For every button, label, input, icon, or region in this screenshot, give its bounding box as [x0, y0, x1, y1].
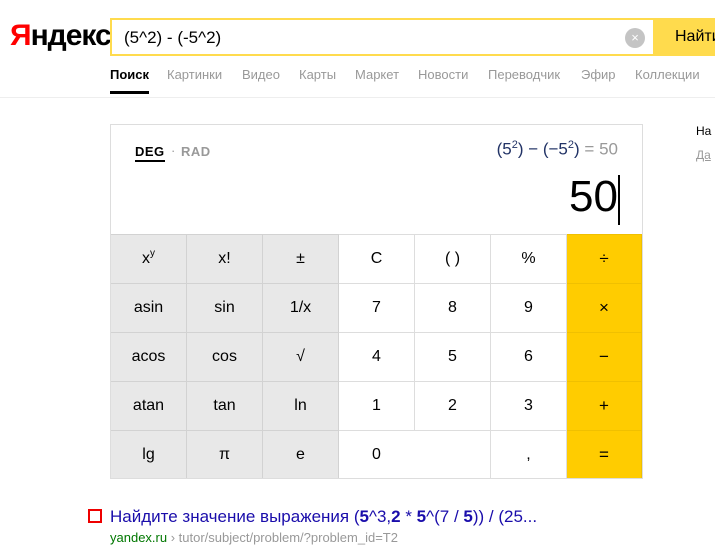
sqrt-button[interactable]: √ — [263, 332, 339, 381]
keypad: xy x! ± C ( ) % ÷ asin sin 1/x 7 8 9 × a… — [111, 234, 642, 478]
calculator-widget: DEG · RAD (52) − (−52) = 50 50 xy x! ± C… — [110, 124, 643, 479]
header-divider — [0, 97, 715, 98]
digit-5-button[interactable]: 5 — [415, 332, 491, 381]
plus-button[interactable]: + — [567, 381, 642, 430]
digit-4-button[interactable]: 4 — [339, 332, 415, 381]
tab-video[interactable]: Видео — [242, 67, 280, 82]
digit-3-button[interactable]: 3 — [491, 381, 567, 430]
atan-button[interactable]: atan — [111, 381, 187, 430]
tab-market[interactable]: Маркет — [355, 67, 399, 82]
find-button[interactable]: Найти — [655, 18, 715, 56]
search-box[interactable]: × — [110, 18, 655, 56]
factorial-button[interactable]: x! — [187, 234, 263, 283]
e-button[interactable]: e — [263, 430, 339, 478]
tab-collections[interactable]: Коллекции — [635, 67, 700, 82]
digit-9-button[interactable]: 9 — [491, 283, 567, 332]
cos-button[interactable]: cos — [187, 332, 263, 381]
calculator-display: DEG · RAD (52) − (−52) = 50 50 — [111, 125, 642, 234]
site-favicon-icon — [88, 509, 102, 523]
tab-translator[interactable]: Переводчик — [488, 67, 560, 82]
mode-separator: · — [171, 143, 176, 158]
digit-7-button[interactable]: 7 — [339, 283, 415, 332]
digit-0-button[interactable]: 0 — [339, 430, 491, 478]
lg-button[interactable]: lg — [111, 430, 187, 478]
percent-button[interactable]: % — [491, 234, 567, 283]
text-cursor — [618, 175, 620, 225]
plus-minus-button[interactable]: ± — [263, 234, 339, 283]
digit-6-button[interactable]: 6 — [491, 332, 567, 381]
digit-8-button[interactable]: 8 — [415, 283, 491, 332]
pi-button[interactable]: π — [187, 430, 263, 478]
tab-efir[interactable]: Эфир — [581, 67, 616, 82]
tab-news[interactable]: Новости — [418, 67, 468, 82]
rad-toggle[interactable]: RAD — [181, 144, 211, 159]
side-link[interactable]: Да — [696, 148, 711, 162]
parentheses-button[interactable]: ( ) — [415, 234, 491, 283]
tab-maps[interactable]: Карты — [299, 67, 336, 82]
side-title: На — [696, 124, 712, 138]
reciprocal-button[interactable]: 1/x — [263, 283, 339, 332]
result-url[interactable]: yandex.ru › tutor/subject/problem/?probl… — [110, 530, 398, 545]
clear-icon[interactable]: × — [625, 28, 645, 48]
acos-button[interactable]: acos — [111, 332, 187, 381]
asin-button[interactable]: asin — [111, 283, 187, 332]
minus-button[interactable]: − — [567, 332, 642, 381]
digit-1-button[interactable]: 1 — [339, 381, 415, 430]
clear-button[interactable]: C — [339, 234, 415, 283]
result-value: 50 — [569, 172, 618, 221]
expression-display: (52) − (−52) = 50 — [496, 139, 618, 159]
tab-search[interactable]: Поиск — [110, 67, 150, 94]
sin-button[interactable]: sin — [187, 283, 263, 332]
divide-button[interactable]: ÷ — [567, 234, 642, 283]
search-input[interactable] — [124, 26, 614, 50]
tan-button[interactable]: tan — [187, 381, 263, 430]
power-button[interactable]: xy — [111, 234, 187, 283]
yandex-logo[interactable]: Яндекс — [10, 18, 112, 54]
multiply-button[interactable]: × — [567, 283, 642, 332]
digit-2-button[interactable]: 2 — [415, 381, 491, 430]
tab-images[interactable]: Картинки — [167, 67, 222, 82]
ln-button[interactable]: ln — [263, 381, 339, 430]
decimal-button[interactable]: , — [491, 430, 567, 478]
deg-toggle[interactable]: DEG — [135, 144, 165, 162]
result-title-link[interactable]: Найдите значение выражения (5^3,2 * 5^(7… — [110, 507, 537, 527]
equals-button[interactable]: = — [567, 430, 642, 478]
